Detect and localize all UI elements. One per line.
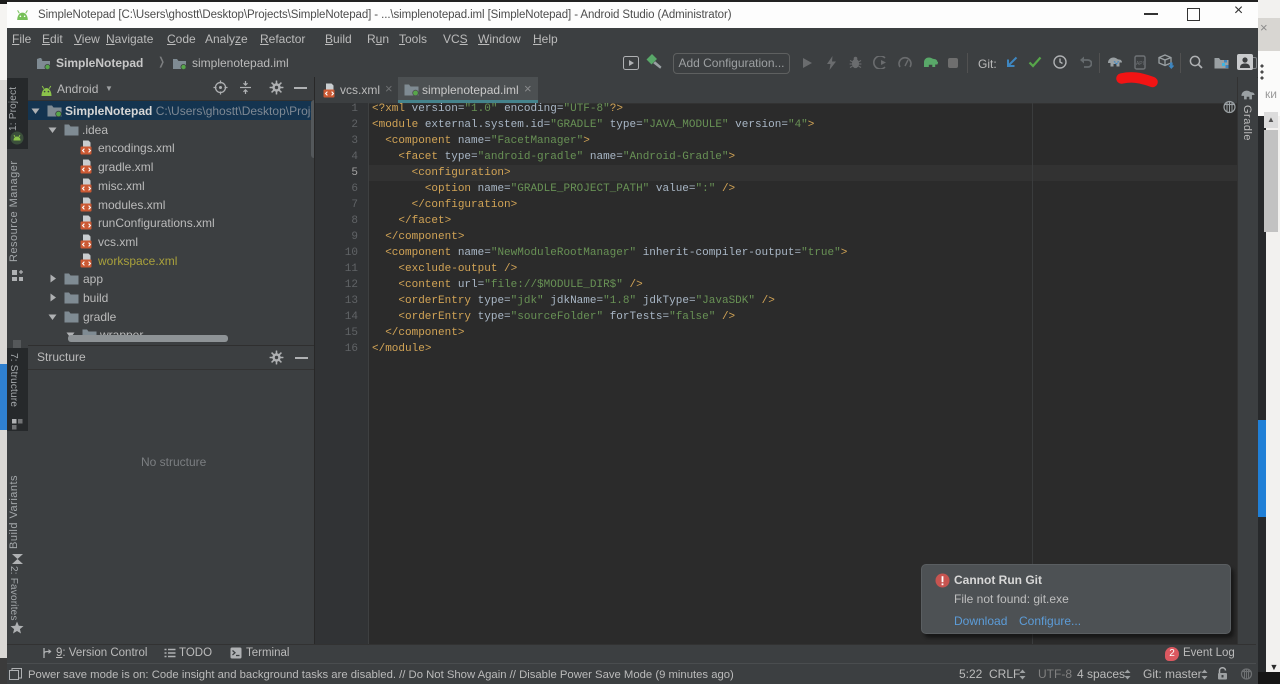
- svg-text:API: API: [1136, 61, 1144, 67]
